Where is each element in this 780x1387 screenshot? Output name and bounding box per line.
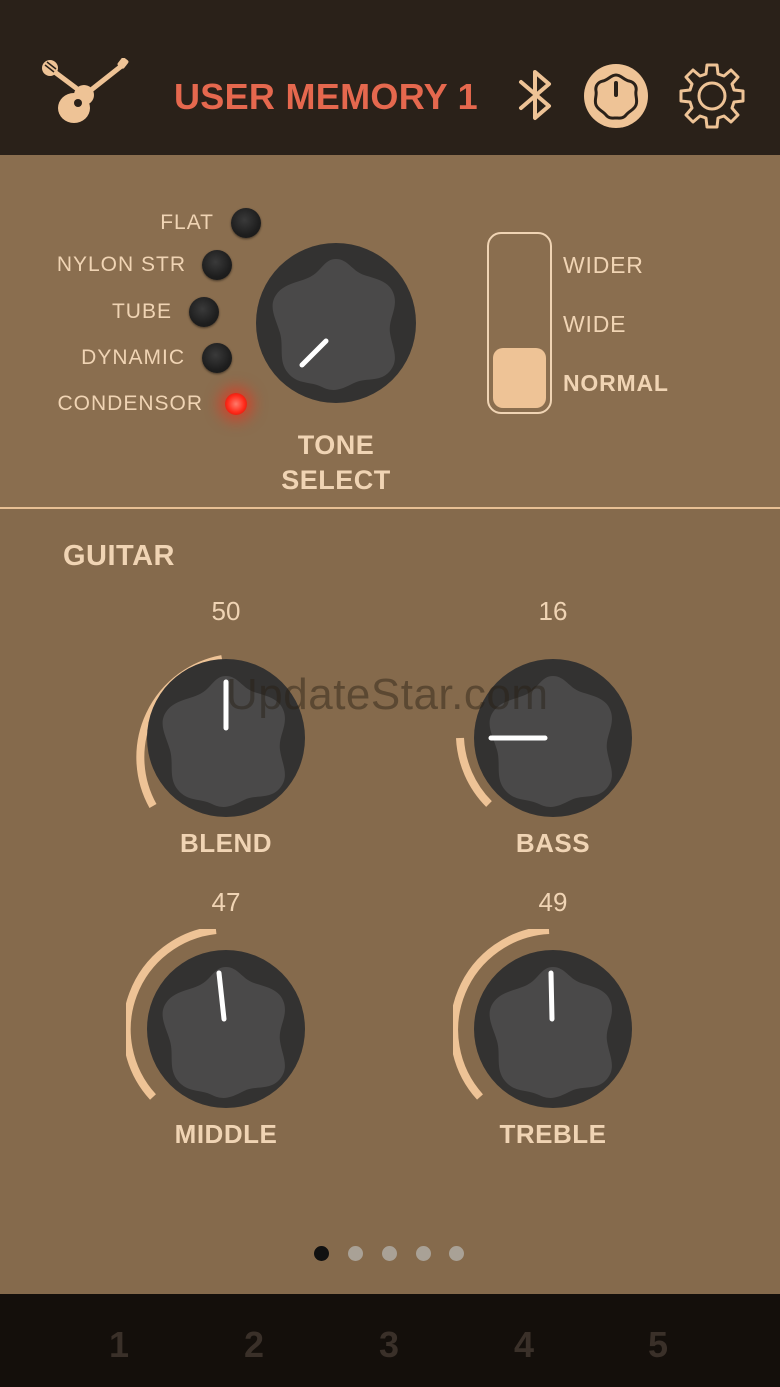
page-title: USER MEMORY 1 xyxy=(174,76,478,117)
blend-value: 50 xyxy=(211,596,241,626)
width-switch-thumb[interactable] xyxy=(493,348,546,408)
page-dot-2[interactable] xyxy=(348,1246,363,1261)
tone-option-dynamic[interactable]: DYNAMIC xyxy=(81,346,185,370)
tone-select-label-line2: SELECT xyxy=(281,465,391,495)
page-dot-4[interactable] xyxy=(416,1246,431,1261)
memory-bar: 1 2 3 4 5 xyxy=(0,1294,780,1387)
section-divider xyxy=(0,507,780,509)
bass-knob[interactable] xyxy=(453,638,653,838)
memory-button-4[interactable]: 4 xyxy=(494,1324,554,1366)
led-tube[interactable] xyxy=(189,297,219,327)
blend-knob[interactable] xyxy=(126,638,326,838)
led-dynamic[interactable] xyxy=(202,343,232,373)
tone-option-flat[interactable]: FLAT xyxy=(160,211,214,235)
middle-knob[interactable] xyxy=(126,929,326,1129)
led-nylon-str[interactable] xyxy=(202,250,232,280)
bass-label: BASS xyxy=(515,828,591,858)
blend-label: BLEND xyxy=(179,828,273,858)
knob-icon[interactable] xyxy=(583,63,649,129)
tone-select-label-line1: TONE xyxy=(297,430,375,460)
width-option-wide[interactable]: WIDE xyxy=(563,311,626,338)
tone-option-condensor[interactable]: CONDENSOR xyxy=(57,392,203,416)
led-condensor[interactable] xyxy=(225,393,247,415)
treble-knob[interactable] xyxy=(453,929,653,1129)
page-dot-3[interactable] xyxy=(382,1246,397,1261)
gear-icon[interactable] xyxy=(677,61,747,131)
tone-select-knob[interactable] xyxy=(254,241,418,405)
middle-label: MIDDLE xyxy=(174,1119,278,1149)
mic-guitar-icon[interactable] xyxy=(40,58,132,134)
page-dot-5[interactable] xyxy=(449,1246,464,1261)
tone-option-tube[interactable]: TUBE xyxy=(112,300,172,324)
memory-button-5[interactable]: 5 xyxy=(628,1324,688,1366)
page-dot-1[interactable] xyxy=(314,1246,329,1261)
app: USER MEMORY 1 FLAT NYLON STR TUBE DYNAMI… xyxy=(0,0,780,1387)
tone-option-nylon-str[interactable]: NYLON STR xyxy=(57,253,186,277)
memory-button-2[interactable]: 2 xyxy=(224,1324,284,1366)
led-flat[interactable] xyxy=(231,208,261,238)
treble-value: 49 xyxy=(538,887,568,917)
tone-select-label: TONE SELECT xyxy=(250,428,422,498)
section-title-guitar: GUITAR xyxy=(63,540,176,572)
bass-value: 16 xyxy=(538,596,568,626)
memory-button-3[interactable]: 3 xyxy=(359,1324,419,1366)
middle-value: 47 xyxy=(211,887,241,917)
width-option-wider[interactable]: WIDER xyxy=(563,252,644,279)
header: USER MEMORY 1 xyxy=(0,0,780,155)
treble-label: TREBLE xyxy=(499,1119,607,1149)
memory-button-1[interactable]: 1 xyxy=(89,1324,149,1366)
bluetooth-icon[interactable] xyxy=(515,66,557,124)
width-option-normal[interactable]: NORMAL xyxy=(563,370,669,397)
